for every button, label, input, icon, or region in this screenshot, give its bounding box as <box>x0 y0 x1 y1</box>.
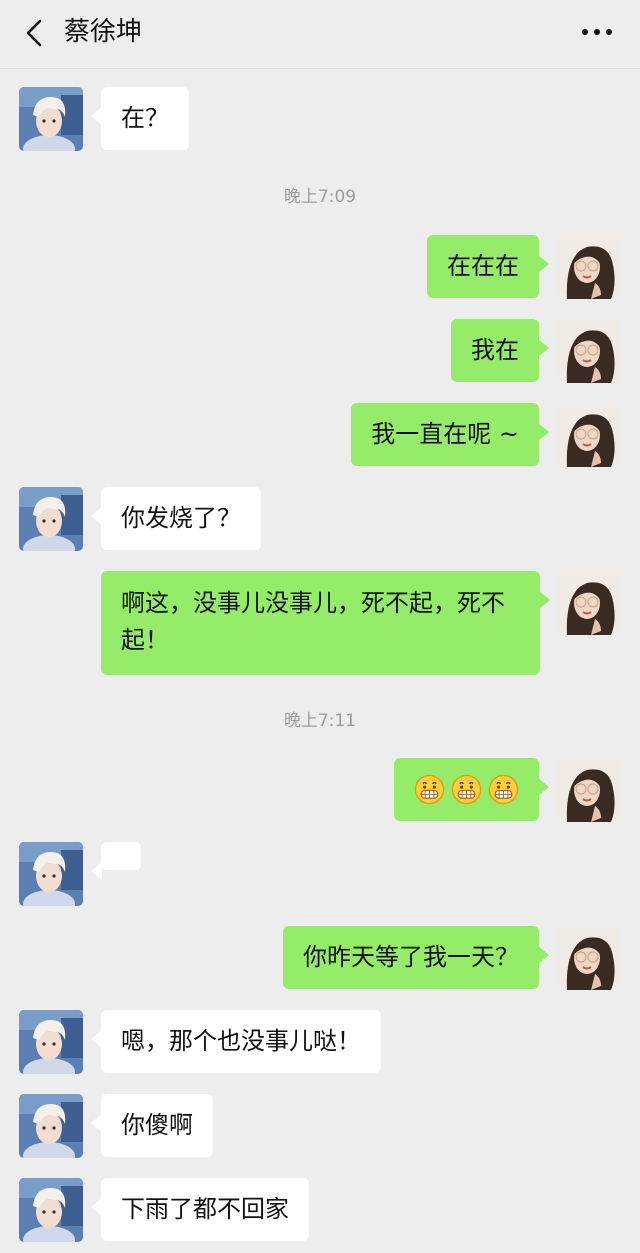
contact-avatar[interactable] <box>19 1094 83 1158</box>
my-avatar[interactable] <box>557 403 621 467</box>
contact-avatar[interactable] <box>19 487 83 551</box>
outgoing-message[interactable]: 啊这，没事儿没事儿，死不起，死不起！ <box>101 571 550 675</box>
incoming-message[interactable]: 嗯，那个也没事儿哒！ <box>91 1010 381 1073</box>
grinning-face-emoji-icon <box>414 774 445 805</box>
incoming-message[interactable]: 下雨了都不回家 <box>91 1178 309 1241</box>
incoming-message[interactable]: 你傻啊 <box>91 1094 213 1157</box>
grinning-face-emoji-icon <box>488 774 519 805</box>
more-dots-icon <box>582 29 612 35</box>
back-button[interactable] <box>20 14 50 52</box>
outgoing-message[interactable]: 在在在 <box>427 235 549 298</box>
outgoing-message[interactable]: 我在 <box>451 319 549 382</box>
outgoing-message[interactable]: 我一直在呢 ~ <box>351 403 549 466</box>
contact-avatar[interactable] <box>19 1010 83 1074</box>
outgoing-message[interactable]: 你昨天等了我一天？ <box>283 926 549 989</box>
incoming-message[interactable] <box>91 842 141 880</box>
my-avatar[interactable] <box>557 758 621 822</box>
more-button[interactable] <box>580 24 614 38</box>
grinning-face-emoji-icon <box>451 774 482 805</box>
outgoing-emoji-message[interactable] <box>394 758 549 821</box>
my-avatar[interactable] <box>557 319 621 383</box>
chat-header: 蔡徐坤 <box>0 0 640 69</box>
contact-avatar[interactable] <box>19 87 83 151</box>
incoming-message[interactable]: 在？ <box>91 87 189 150</box>
incoming-message[interactable]: 你发烧了？ <box>91 487 261 550</box>
timestamp: 晚上7:11 <box>283 711 357 731</box>
my-avatar[interactable] <box>557 926 621 990</box>
chevron-left-icon <box>26 19 42 47</box>
my-avatar[interactable] <box>557 571 621 635</box>
contact-avatar[interactable] <box>19 1178 83 1242</box>
chat-title: 蔡徐坤 <box>64 17 143 47</box>
contact-avatar[interactable] <box>19 842 83 906</box>
timestamp: 晚上7:09 <box>283 187 357 207</box>
my-avatar[interactable] <box>557 235 621 299</box>
